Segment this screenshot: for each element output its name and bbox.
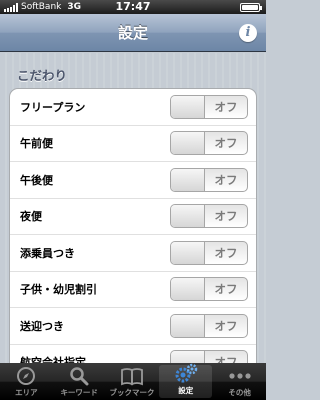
magnifier-icon [66,365,92,387]
toggle-state: オフ [214,245,238,260]
tab-more[interactable]: その他 [213,363,266,400]
settings-row: 送迎つき オフ [10,308,256,345]
section-header: こだわり [17,68,68,83]
settings-row: 午後便 オフ [10,162,256,199]
toggle-knob[interactable] [171,132,205,155]
toggle-switch[interactable]: オフ [170,313,248,338]
network-type: 3G [67,2,82,12]
toggle-state: オフ [214,355,238,363]
tab-label: キーワード [60,388,98,397]
toggle-state: オフ [214,209,238,224]
toggle-state: オフ [214,282,238,297]
row-label: 添乗員つき [20,246,75,260]
settings-row: 午前便 オフ [10,126,256,162]
settings-group: フリープラン オフ 午前便 オフ 午後便 オフ 夜便 オフ 添乗員つき オフ 子… [9,88,257,363]
toggle-switch[interactable]: オフ [170,94,248,119]
row-label: 午前便 [20,137,53,151]
toggle-switch[interactable]: オフ [170,240,248,265]
tab-label: エリア [15,388,38,397]
info-button[interactable]: i [239,24,257,42]
toggle-state: オフ [214,318,238,333]
row-label: 送迎つき [20,319,64,333]
toggle-knob[interactable] [171,205,205,228]
toggle-switch[interactable]: オフ [170,204,248,229]
tab-area[interactable]: エリア [0,363,53,400]
toggle-state: オフ [214,172,238,187]
toggle-knob[interactable] [171,168,205,191]
row-label: 午後便 [20,173,53,187]
toggle-switch[interactable]: オフ [170,167,248,192]
settings-row: 航空会社指定 オフ [10,345,256,363]
signal-strength-icon [4,2,18,12]
row-label: 子供・幼児割引 [20,283,97,297]
tab-bookmark[interactable]: ブックマーク [106,363,159,400]
toggle-state: オフ [214,136,238,151]
tab-keyword[interactable]: キーワード [53,363,106,400]
toggle-knob[interactable] [171,241,205,264]
page-title: 設定 [117,24,148,42]
more-dots-icon [227,365,253,387]
settings-row: フリープラン オフ [10,89,256,126]
compass-icon [13,365,39,387]
toggle-state: オフ [214,99,238,114]
row-label: フリープラン [20,100,86,114]
carrier-name: SoftBank [21,2,62,12]
toggle-switch[interactable]: オフ [170,131,248,156]
battery-icon [240,3,262,12]
tab-settings[interactable]: 設定 [159,363,213,398]
settings-content[interactable]: こだわり フリープラン オフ 午前便 オフ 午後便 オフ 夜便 オフ 添乗員つき… [0,53,266,363]
navigation-bar: 設定 i [0,14,266,52]
gears-icon [173,363,199,385]
tab-label: 設定 [178,386,194,395]
settings-row: 子供・幼児割引 オフ [10,272,256,308]
tab-bar: エリア キーワード ブックマーク 設定 その他 [0,363,266,400]
toggle-switch[interactable]: オフ [170,277,248,302]
toggle-switch[interactable]: オフ [170,350,248,363]
toggle-knob[interactable] [171,351,205,363]
row-label: 夜便 [20,210,42,224]
book-icon [119,365,145,387]
settings-row: 夜便 オフ [10,199,256,235]
status-bar: SoftBank 3G 17:47 [0,0,266,14]
tab-label: ブックマーク [109,388,155,397]
toggle-knob[interactable] [171,314,205,337]
toggle-knob[interactable] [171,95,205,118]
tab-label: その他 [228,388,251,397]
toggle-knob[interactable] [171,278,205,301]
row-label: 航空会社指定 [20,356,86,363]
settings-row: 添乗員つき オフ [10,235,256,272]
